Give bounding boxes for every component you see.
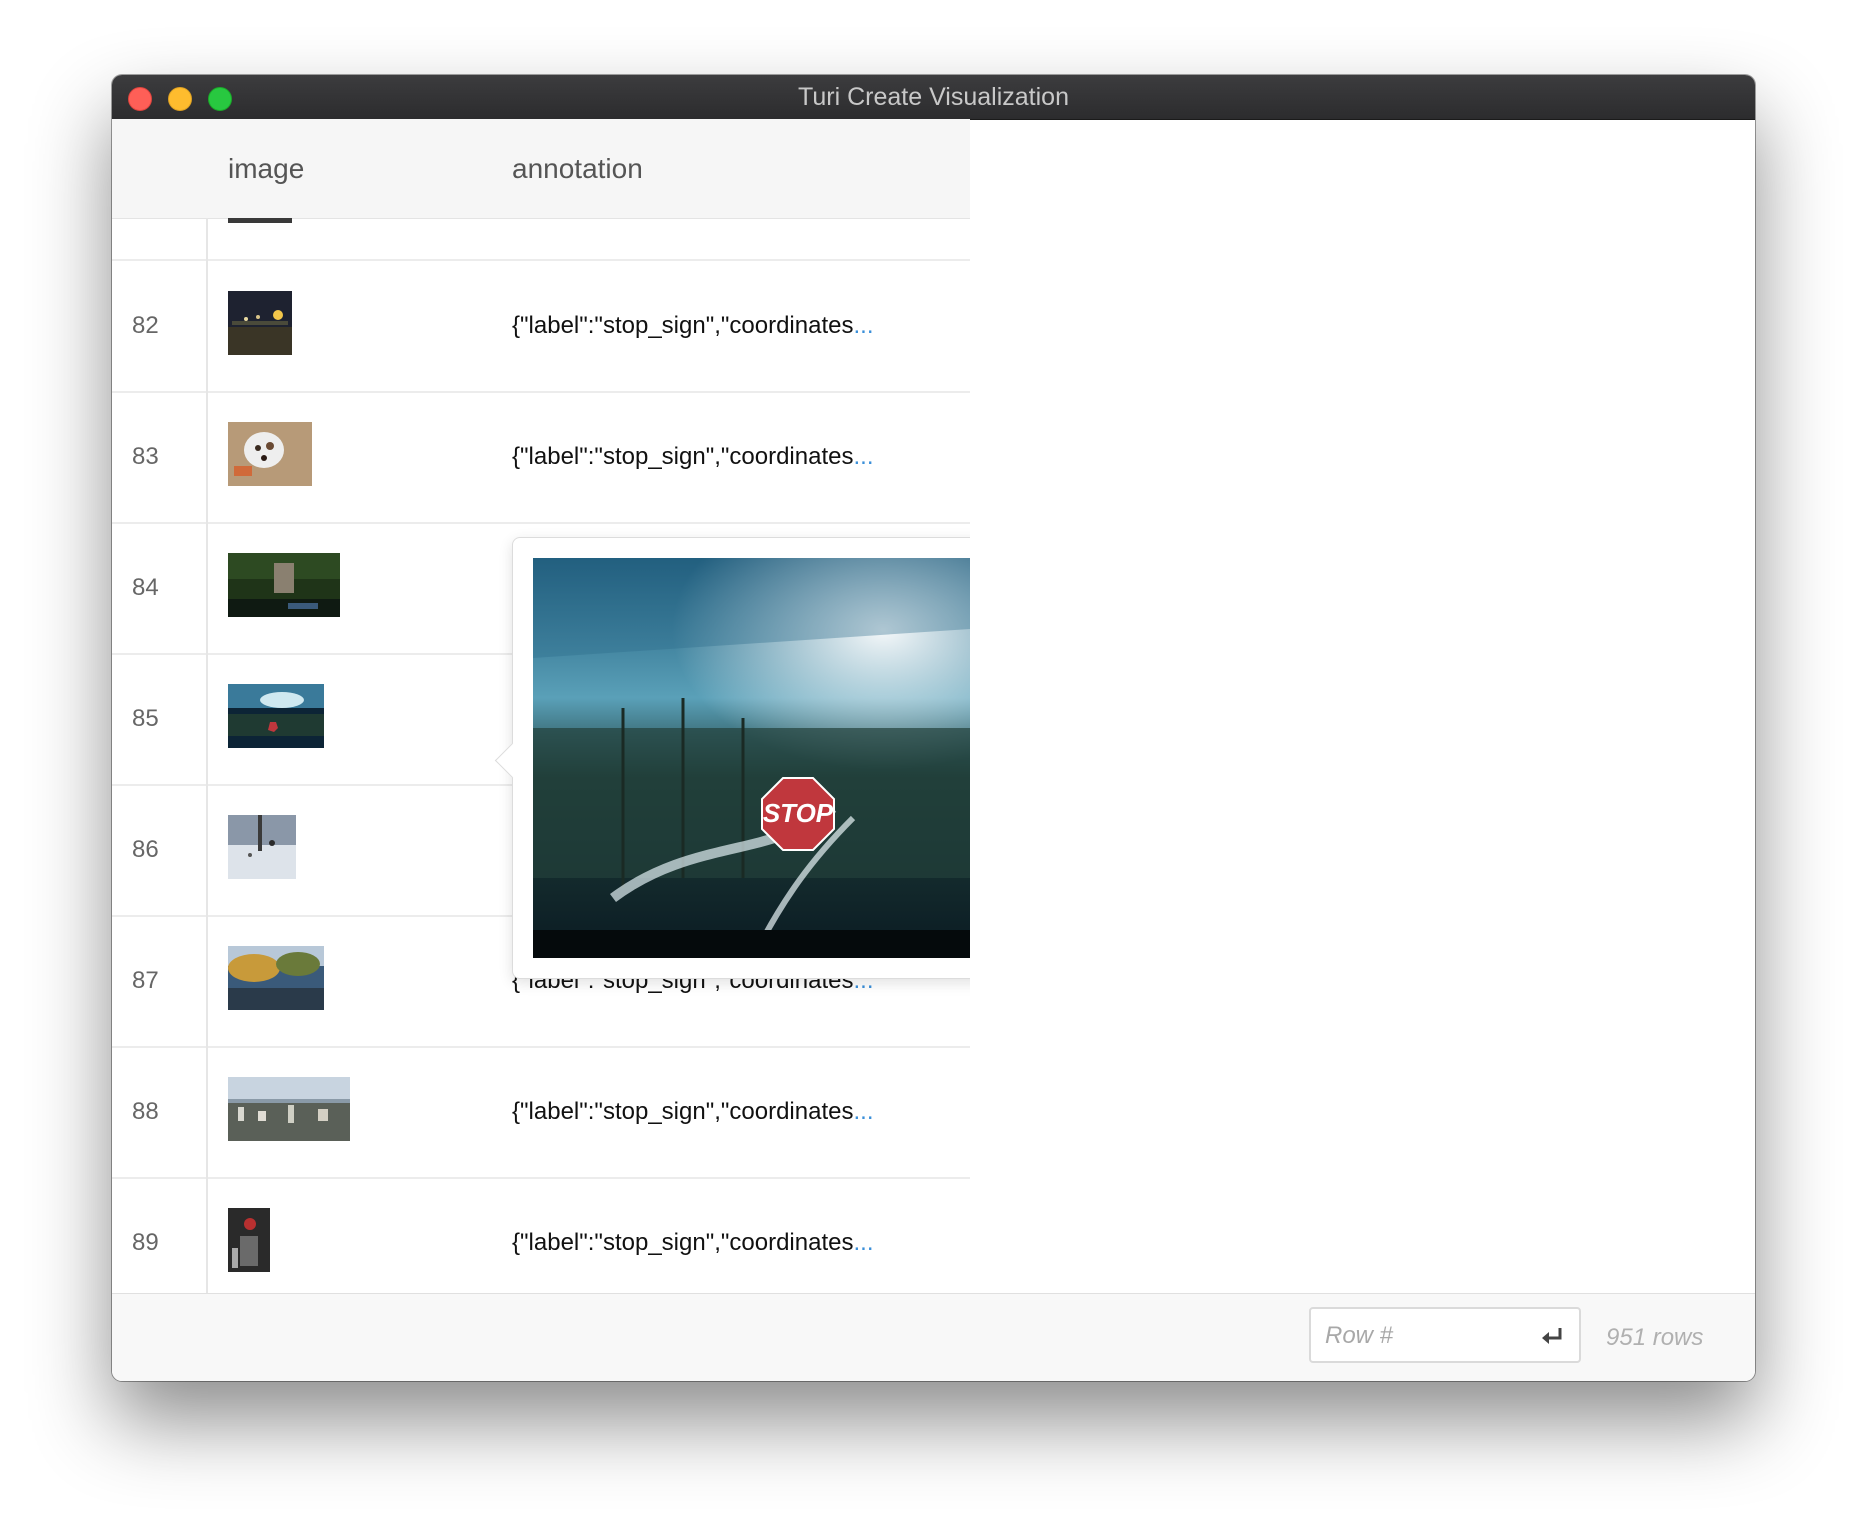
enter-return-icon[interactable] <box>1539 1323 1565 1349</box>
stop-sign: STOP <box>761 777 835 851</box>
annotation-text: {"label":"stop_sign","coordinates <box>512 312 854 339</box>
annotation-cell[interactable]: {"label":"stop_sign","coordinates... <box>512 1178 874 1308</box>
app-window: Turi Create Visualization image annotati… <box>112 75 1755 1381</box>
image-thumbnail[interactable] <box>228 946 324 1010</box>
row-number-input[interactable] <box>1323 1309 1527 1363</box>
data-table: image annotation 82 {"label":"stop_sign"… <box>112 119 970 1369</box>
image-thumbnail[interactable] <box>228 218 292 223</box>
column-header-image[interactable]: image <box>228 119 304 218</box>
row-index: 84 <box>132 574 159 601</box>
title-bar[interactable]: Turi Create Visualization <box>112 75 1755 120</box>
table-row-partial[interactable] <box>112 218 970 261</box>
image-thumbnail[interactable] <box>228 1077 350 1141</box>
row-index: 89 <box>132 1229 159 1256</box>
table-row[interactable]: 88 {"label":"stop_sign","coordinates... <box>112 1047 970 1179</box>
expand-annotation-link[interactable]: ... <box>853 443 873 470</box>
annotation-text: {"label":"stop_sign","coordinates <box>512 443 854 470</box>
column-header-annotation[interactable]: annotation <box>512 119 643 218</box>
row-index: 87 <box>132 967 159 994</box>
annotation-cell[interactable]: {"label":"stop_sign","coordinates... <box>512 261 874 391</box>
table-row[interactable]: 89 {"label":"stop_sign","coordinates... <box>112 1178 970 1310</box>
expand-annotation-link[interactable]: ... <box>853 1229 873 1256</box>
expand-annotation-link[interactable]: ... <box>853 1098 873 1125</box>
annotation-text: {"label":"stop_sign","coordinates <box>512 1098 854 1125</box>
row-index: 88 <box>132 1098 159 1125</box>
row-index: 83 <box>132 443 159 470</box>
annotation-cell[interactable]: {"label":"stop_sign","coordinates... <box>512 392 874 522</box>
table-row[interactable]: 82 {"label":"stop_sign","coordinates... <box>112 261 970 393</box>
column-divider <box>206 218 208 1369</box>
expand-annotation-link[interactable]: ... <box>853 312 873 339</box>
table-row[interactable]: 83 {"label":"stop_sign","coordinates... <box>112 392 970 524</box>
row-jump-field[interactable] <box>1309 1307 1581 1363</box>
footer-bar: 951 rows <box>112 1293 1755 1381</box>
annotation-cell[interactable]: {"label":"stop_sign","coordinates... <box>512 1047 874 1177</box>
image-thumbnail[interactable] <box>228 422 312 486</box>
row-index: 82 <box>132 312 159 339</box>
row-count-label: 951 rows <box>1606 1324 1704 1351</box>
stop-sign-text: STOP <box>763 798 834 828</box>
image-thumbnail[interactable] <box>228 684 324 748</box>
preview-image: STOP <box>533 558 970 958</box>
image-thumbnail[interactable] <box>228 1208 270 1272</box>
window-title: Turi Create Visualization <box>798 83 1069 111</box>
annotation-text: {"label":"stop_sign","coordinates <box>512 1229 854 1256</box>
image-thumbnail[interactable] <box>228 291 292 355</box>
image-thumbnail[interactable] <box>228 553 340 617</box>
row-index: 86 <box>132 836 159 863</box>
image-preview-popover: STOP <box>494 537 970 979</box>
table-header: image annotation <box>112 119 970 219</box>
row-index: 85 <box>132 705 159 732</box>
image-thumbnail[interactable] <box>228 815 296 879</box>
